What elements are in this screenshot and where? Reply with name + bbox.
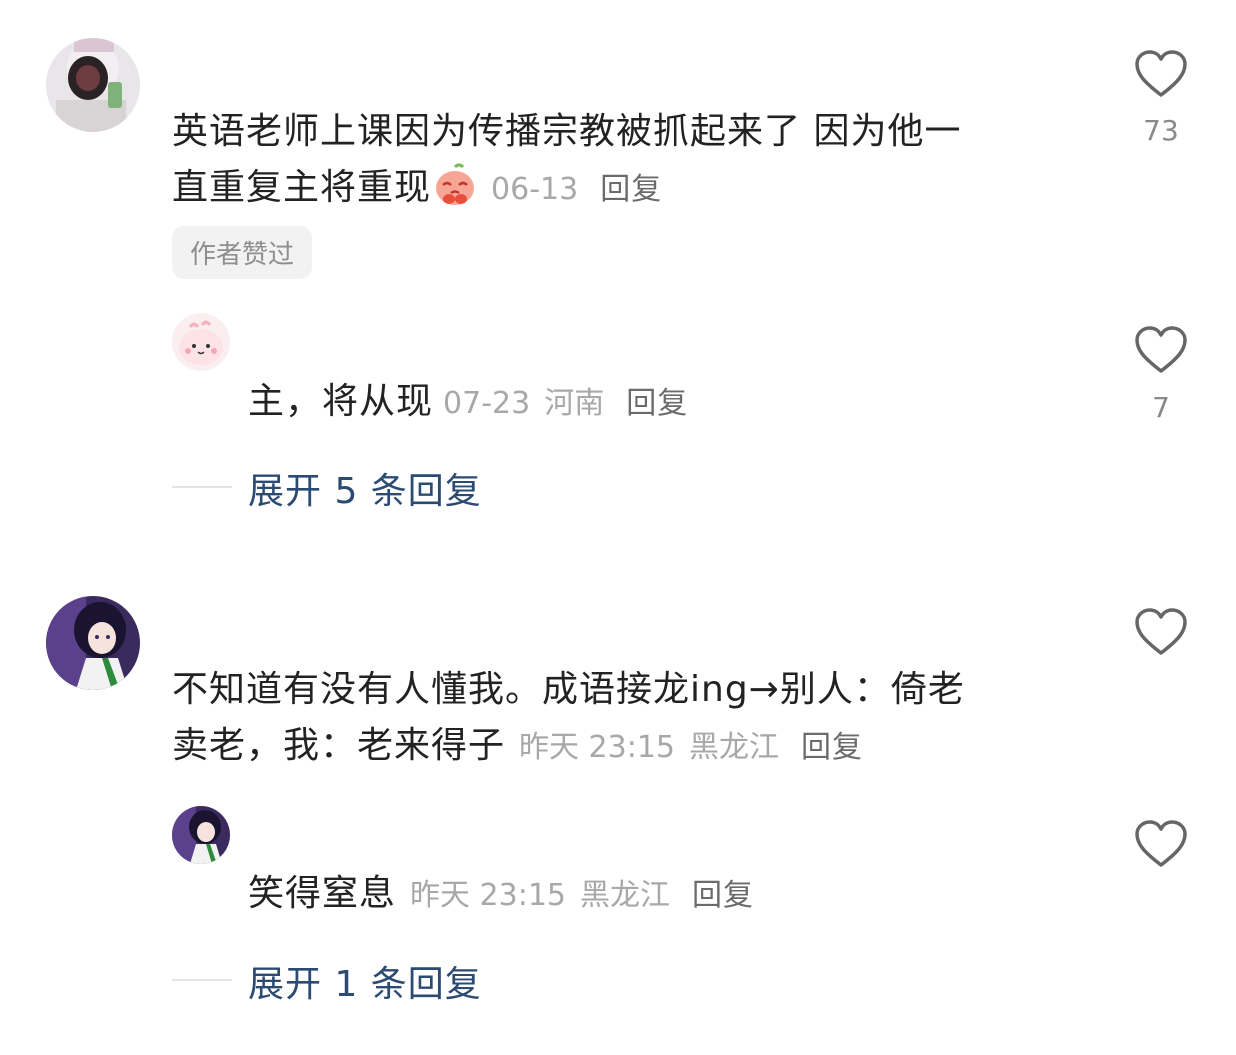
like-button[interactable] bbox=[1134, 326, 1188, 378]
expand-replies-button[interactable]: 展开 1 条回复 bbox=[248, 955, 482, 1007]
comment-location: 黑龙江 bbox=[689, 730, 780, 765]
reply-button[interactable]: 回复 bbox=[801, 730, 863, 765]
expand-replies-button[interactable]: 展开 5 条回复 bbox=[248, 462, 482, 514]
divider bbox=[172, 979, 232, 981]
comment-date: 06-13 bbox=[491, 172, 579, 207]
reply-location: 河南 bbox=[544, 386, 605, 421]
emoji-icon bbox=[433, 163, 477, 224]
heart-icon bbox=[1135, 820, 1187, 867]
reply-button[interactable]: 回复 bbox=[626, 386, 688, 421]
reply-text: 主，将从现 bbox=[248, 381, 434, 422]
comment-text-line2: 直重复主将重现 bbox=[172, 167, 432, 208]
divider bbox=[172, 486, 232, 488]
comment-date: 昨天 23:15 bbox=[519, 730, 676, 765]
heart-icon bbox=[1135, 608, 1187, 655]
heart-icon bbox=[1135, 50, 1187, 97]
like-count: 7 bbox=[1152, 391, 1170, 424]
heart-icon bbox=[1135, 326, 1187, 373]
avatar[interactable] bbox=[172, 806, 230, 864]
reply-text: 笑得窒息 bbox=[248, 873, 397, 914]
like-button[interactable] bbox=[1134, 820, 1188, 872]
like-button[interactable] bbox=[1134, 608, 1188, 660]
comment-text: 不知道有没有人懂我。成语接龙ing→别人：倚老 bbox=[172, 669, 965, 710]
avatar[interactable] bbox=[46, 596, 140, 690]
like-count: 73 bbox=[1143, 114, 1179, 147]
author-liked-badge: 作者赞过 bbox=[172, 226, 313, 279]
comment-text: 英语老师上课因为传播宗教被抓起来了 因为他一 bbox=[172, 111, 962, 152]
reply-button[interactable]: 回复 bbox=[692, 878, 754, 913]
comment-text-line2: 卖老，我：老来得子 bbox=[172, 725, 506, 766]
reply-date: 07-23 bbox=[443, 386, 531, 421]
avatar[interactable] bbox=[172, 313, 230, 371]
avatar[interactable] bbox=[46, 38, 140, 132]
reply-button[interactable]: 回复 bbox=[600, 172, 662, 207]
like-button[interactable] bbox=[1134, 50, 1188, 102]
reply-location: 黑龙江 bbox=[580, 878, 671, 913]
reply-date: 昨天 23:15 bbox=[410, 878, 567, 913]
